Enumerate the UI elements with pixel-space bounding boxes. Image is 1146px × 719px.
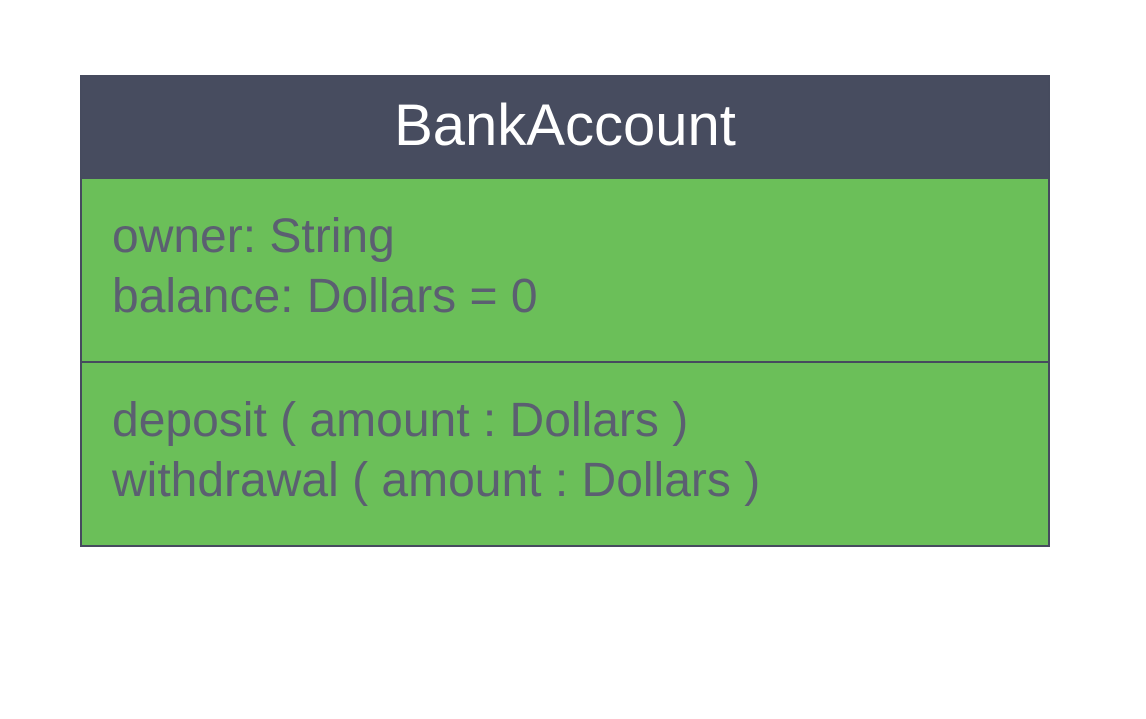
operation-row: withdrawal ( amount : Dollars )	[112, 451, 1018, 511]
uml-class-box: BankAccount owner: String balance: Dolla…	[80, 75, 1050, 547]
operation-row: deposit ( amount : Dollars )	[112, 391, 1018, 451]
attribute-row: owner: String	[112, 207, 1018, 267]
class-name-header: BankAccount	[82, 77, 1048, 179]
attribute-row: balance: Dollars = 0	[112, 267, 1018, 327]
operations-compartment: deposit ( amount : Dollars ) withdrawal …	[82, 363, 1048, 545]
attributes-compartment: owner: String balance: Dollars = 0	[82, 179, 1048, 363]
class-name: BankAccount	[394, 93, 736, 158]
